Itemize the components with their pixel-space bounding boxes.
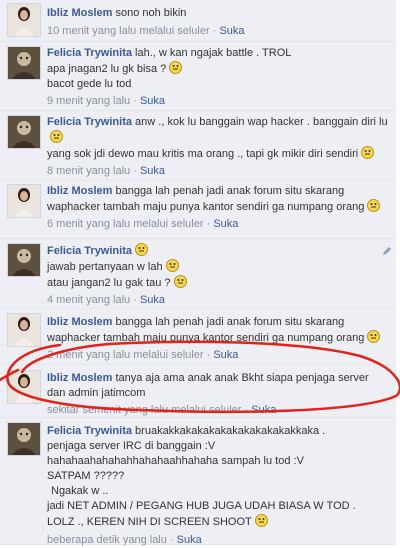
comment-author[interactable]: Felicia Trywinita xyxy=(47,245,132,257)
like-button[interactable]: Suka xyxy=(251,404,276,416)
comment-text: hahahaahahahahhahahaahhahaha sampah lu t… xyxy=(47,455,304,467)
smiley-icon xyxy=(50,130,63,143)
comment-text: bacot gede lu tod xyxy=(47,78,132,90)
avatar[interactable] xyxy=(7,3,41,37)
comment-text: waphacker tambah maju punya kantor sendi… xyxy=(47,332,365,344)
comment-text: Ngakak w .. xyxy=(51,485,109,497)
comment-text: LOLZ ., KEREN NIH DI SCREEN SHOOT xyxy=(47,516,252,528)
comment-text: sono noh bikin xyxy=(115,7,187,19)
comment-text: waphacker tambah maju punya kantor sendi… xyxy=(47,201,365,213)
separator: · xyxy=(169,534,174,546)
separator: · xyxy=(133,165,137,177)
comment-timestamp[interactable]: 6 menit yang lalu melalui seluler xyxy=(47,218,204,230)
comment-text: bangga lah penah jadi anak forum situ sk… xyxy=(115,185,345,197)
comment-text: apa jnagan2 lu gk bisa ? xyxy=(47,63,167,75)
avatar[interactable] xyxy=(7,243,41,277)
separator: · xyxy=(212,25,217,37)
like-button[interactable]: Suka xyxy=(213,218,238,230)
comment-timestamp[interactable]: 10 menit yang lalu melalui seluler xyxy=(47,25,210,37)
comment-item: Felicia Trywinita bruakakkakakakakakakak… xyxy=(0,418,396,546)
separator: · xyxy=(206,218,211,230)
smiley-icon xyxy=(134,243,148,256)
comment-text: yang sok jdi dewo mau kritis ma orang .,… xyxy=(47,148,359,160)
like-button[interactable]: Suka xyxy=(213,349,238,361)
comment-timestamp[interactable]: beberapa detik yang lalu xyxy=(47,534,167,546)
smiley-icon xyxy=(367,199,381,212)
separator: · xyxy=(244,404,249,416)
comment-text: SATPAM ????? xyxy=(47,470,125,482)
comment-author[interactable]: Ibliz Moslem xyxy=(47,372,112,384)
comment-text: jadi NET ADMIN / PEGANG HUB JUGA UDAH BI… xyxy=(47,500,356,512)
separator: · xyxy=(133,294,137,306)
comment-text: anw ., kok lu banggain wap hacker . bang… xyxy=(135,116,388,128)
comment-timestamp[interactable]: 8 menit yang lalu xyxy=(47,165,130,177)
like-button[interactable]: Suka xyxy=(140,95,165,107)
smiley-icon xyxy=(169,61,183,74)
avatar[interactable] xyxy=(7,184,41,218)
comment-item: Felicia Trywinita jawab pertanyaan w lah… xyxy=(0,239,396,309)
like-button[interactable]: Suka xyxy=(177,534,202,546)
comment-author[interactable]: Felicia Trywinita xyxy=(47,47,132,59)
comment-timestamp[interactable]: 4 menit yang lalu xyxy=(47,294,130,306)
comment-author[interactable]: Ibliz Moslem xyxy=(47,185,112,197)
smiley-icon xyxy=(367,330,381,343)
comment-author[interactable]: Felicia Trywinita xyxy=(47,116,132,128)
comment-text: jawab pertanyaan w lah xyxy=(47,261,163,273)
comment-item: Ibliz Moslem sono noh bikin 10 menit yan… xyxy=(0,0,396,42)
comment-item: Felicia Trywinita anw ., kok lu banggain… xyxy=(0,111,396,180)
comment-author[interactable]: Ibliz Moslem xyxy=(47,7,112,19)
avatar[interactable] xyxy=(7,115,41,149)
smiley-icon xyxy=(254,514,268,527)
comment-timestamp[interactable]: 9 menit yang lalu xyxy=(47,95,130,107)
smiley-icon xyxy=(361,146,375,159)
comment-timestamp[interactable]: 2 menit yang lalu melalui seluler xyxy=(47,349,204,361)
like-button[interactable]: Suka xyxy=(140,165,165,177)
comment-text: tanya aja ama anak anak Bkht siapa penja… xyxy=(115,372,369,384)
comment-text: atau jangan2 lu gak tau ? xyxy=(47,277,171,289)
comment-author[interactable]: Ibliz Moslem xyxy=(47,316,112,328)
comment-text: bangga lah penah jadi anak forum situ sk… xyxy=(115,316,345,328)
like-button[interactable]: Suka xyxy=(219,25,244,37)
smiley-icon xyxy=(165,259,179,272)
avatar[interactable] xyxy=(7,313,41,347)
comment-item: Ibliz Moslem tanya aja ama anak anak Bkh… xyxy=(0,365,396,418)
comment-text: penjaga server IRC di banggain :V xyxy=(47,440,216,452)
like-button[interactable]: Suka xyxy=(140,294,165,306)
comment-timestamp[interactable]: sekitar semenit yang lalu melalui selule… xyxy=(47,404,241,416)
comment-item: Ibliz Moslem bangga lah penah jadi anak … xyxy=(0,180,396,239)
comment-text: bruakakkakakakakakakakakakakkaka . xyxy=(135,425,326,437)
avatar[interactable] xyxy=(7,46,41,80)
comment-item: Ibliz Moslem bangga lah penah jadi anak … xyxy=(0,309,396,365)
separator: · xyxy=(133,95,137,107)
comment-item: Felicia Trywinita lah., w kan ngajak bat… xyxy=(0,42,396,111)
avatar[interactable] xyxy=(7,370,41,404)
comment-text: dan admin jatimcom xyxy=(47,387,146,399)
avatar[interactable] xyxy=(7,422,41,456)
comment-text: lah., w kan ngajak battle . TROL xyxy=(135,47,292,59)
comment-author[interactable]: Felicia Trywinita xyxy=(47,425,132,437)
separator: · xyxy=(206,349,211,361)
edit-pencil-icon[interactable] xyxy=(382,246,392,256)
smiley-icon xyxy=(173,275,187,288)
